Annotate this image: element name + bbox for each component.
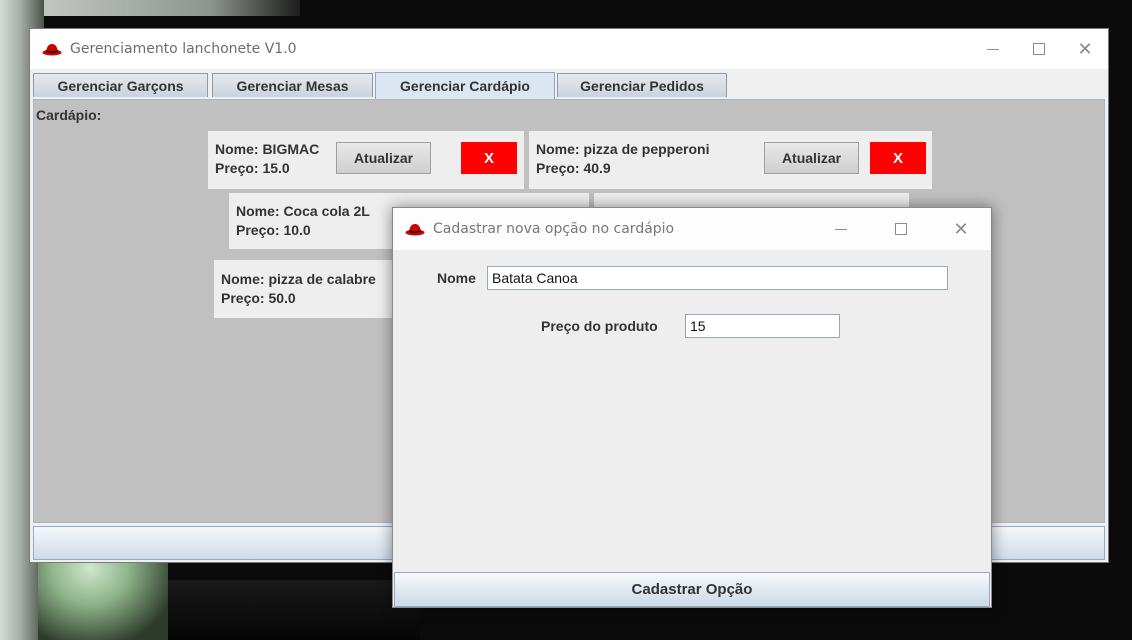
menu-item-text: Nome: Coca cola 2L Preço: 10.0 — [236, 202, 370, 240]
menu-item-name: Nome: Coca cola 2L — [236, 203, 370, 219]
menu-item-text: Nome: pizza de pepperoni Preço: 40.9 — [536, 140, 709, 178]
red-hat-icon — [405, 222, 425, 236]
minimize-icon[interactable] — [970, 29, 1016, 69]
submit-button[interactable]: Cadastrar Opção — [394, 572, 990, 607]
cardapio-label: Cardápio: — [36, 107, 102, 123]
price-label: Preço do produto — [541, 318, 658, 334]
update-button[interactable]: Atualizar — [764, 142, 859, 174]
menu-item-text: Nome: BIGMAC Preço: 15.0 — [215, 140, 319, 178]
wallpaper-figure — [38, 560, 168, 640]
close-icon[interactable]: ✕ — [1062, 29, 1108, 69]
menu-item-text: Nome: pizza de calabre Preço: 50.0 — [221, 270, 376, 308]
delete-button[interactable]: X — [870, 142, 926, 174]
main-titlebar[interactable]: Gerenciamento lanchonete V1.0 ✕ — [30, 29, 1108, 69]
menu-item-card: Nome: BIGMAC Preço: 15.0 Atualizar X — [208, 131, 524, 189]
dialog-titlebar[interactable]: Cadastrar nova opção no cardápio ✕ — [393, 208, 991, 250]
tab-gerenciar-cardapio[interactable]: Gerenciar Cardápio — [375, 72, 555, 99]
delete-button[interactable]: X — [461, 142, 517, 174]
menu-item-card: Nome: pizza de pepperoni Preço: 40.9 Atu… — [529, 131, 932, 189]
menu-item-name: Nome: pizza de calabre — [221, 271, 376, 287]
name-input[interactable] — [487, 266, 948, 290]
maximize-icon[interactable] — [1016, 29, 1062, 69]
menu-item-name: Nome: BIGMAC — [215, 141, 320, 157]
minimize-icon[interactable] — [811, 208, 871, 250]
new-item-dialog: Cadastrar nova opção no cardápio ✕ Nome … — [392, 207, 992, 608]
tab-gerenciar-mesas[interactable]: Gerenciar Mesas — [212, 73, 373, 97]
tab-gerenciar-pedidos[interactable]: Gerenciar Pedidos — [557, 73, 727, 97]
tab-gerenciar-garcons[interactable]: Gerenciar Garçons — [33, 73, 208, 97]
tab-bar: Gerenciar Garçons Gerenciar Mesas Gerenc… — [33, 72, 1107, 99]
menu-item-price: Preço: 10.0 — [236, 222, 311, 238]
close-icon[interactable]: ✕ — [931, 208, 991, 250]
maximize-icon[interactable] — [871, 208, 931, 250]
dialog-title: Cadastrar nova opção no cardápio — [433, 221, 675, 237]
window-title: Gerenciamento lanchonete V1.0 — [70, 41, 297, 57]
red-hat-icon — [42, 42, 62, 56]
menu-item-price: Preço: 40.9 — [536, 160, 611, 176]
menu-item-price: Preço: 50.0 — [221, 290, 296, 306]
update-button[interactable]: Atualizar — [336, 142, 431, 174]
wallpaper-top — [0, 0, 300, 16]
menu-item-price: Preço: 15.0 — [215, 160, 290, 176]
name-label: Nome — [437, 270, 476, 286]
menu-item-name: Nome: pizza de pepperoni — [536, 141, 710, 157]
price-input[interactable] — [685, 314, 840, 338]
